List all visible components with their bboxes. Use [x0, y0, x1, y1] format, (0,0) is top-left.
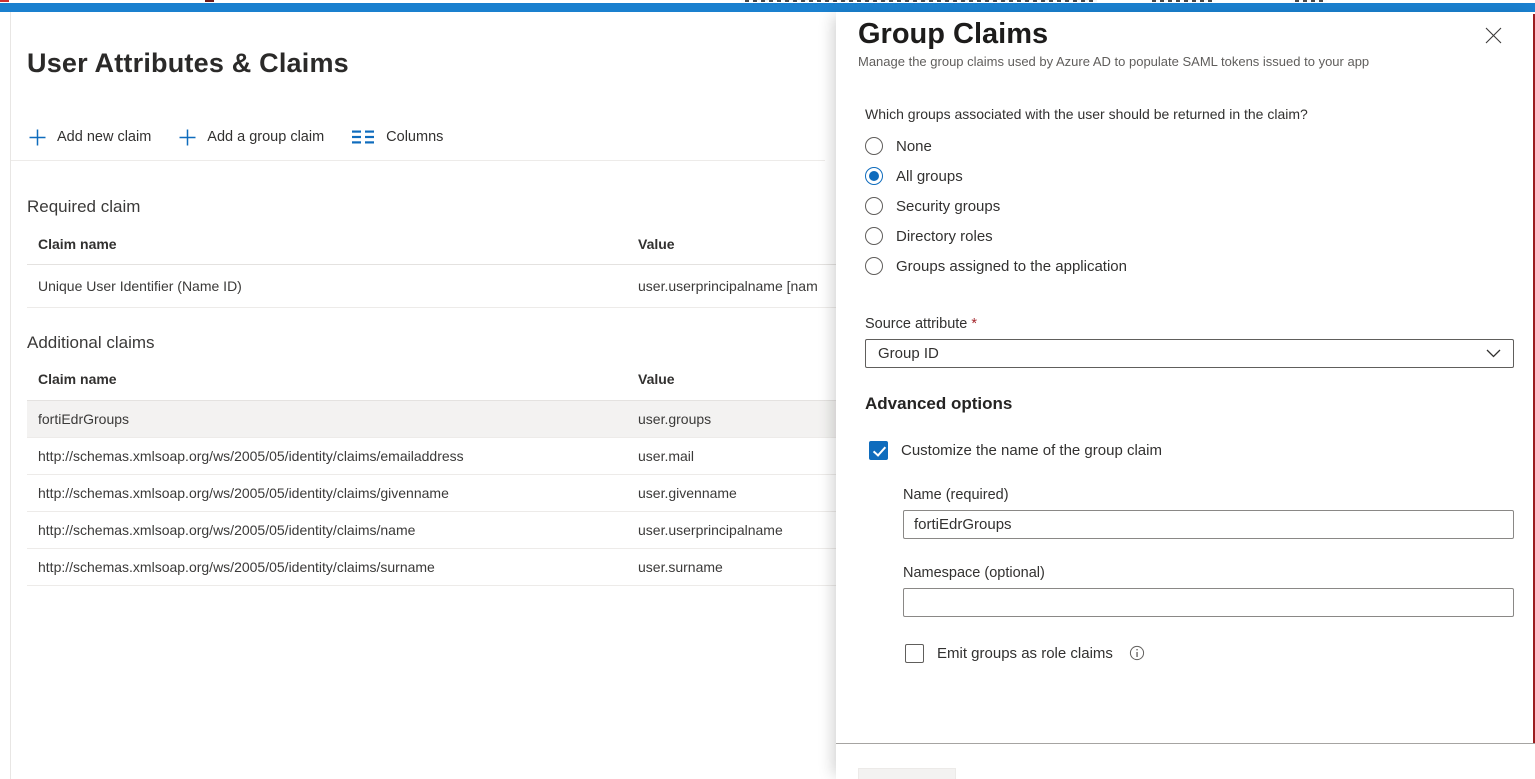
- column-header-value: Value: [638, 371, 675, 387]
- radio-label: Groups assigned to the application: [896, 258, 1127, 275]
- radio-button: [865, 137, 883, 155]
- required-asterisk: *: [971, 316, 977, 332]
- radio-button: [865, 257, 883, 275]
- table-row[interactable]: fortiEdrGroups user.groups: [27, 401, 836, 438]
- namespace-input[interactable]: [903, 588, 1514, 617]
- name-field-label: Name (required): [903, 487, 1009, 503]
- customize-name-label: Customize the name of the group claim: [901, 442, 1162, 459]
- table-row[interactable]: http://schemas.xmlsoap.org/ws/2005/05/id…: [27, 549, 836, 586]
- checkbox: [869, 441, 888, 460]
- additional-claims-table: fortiEdrGroups user.groups http://schema…: [27, 401, 836, 586]
- emit-groups-label: Emit groups as role claims: [937, 645, 1113, 662]
- toolbar-divider: [11, 160, 825, 161]
- panel-footer-divider: [836, 743, 1535, 744]
- radio-option-groups-assigned[interactable]: Groups assigned to the application: [865, 256, 1127, 276]
- emit-groups-checkbox-row[interactable]: Emit groups as role claims: [905, 643, 1145, 663]
- user-attributes-claims-page: User Attributes & Claims Add new claim A…: [0, 12, 836, 779]
- column-header-claim-name: Claim name: [38, 236, 117, 252]
- required-claim-table-header: Claim name Value: [27, 234, 836, 264]
- claim-name-cell: http://schemas.xmlsoap.org/ws/2005/05/id…: [38, 512, 415, 548]
- radio-button: [865, 227, 883, 245]
- add-group-claim-label: Add a group claim: [207, 129, 324, 145]
- claim-value-cell: user.groups: [638, 401, 711, 437]
- plus-icon: [29, 129, 46, 146]
- group-type-radio-group: None All groups Security groups Director…: [865, 136, 1127, 276]
- browser-fragment: [745, 0, 1095, 2]
- groups-question-label: Which groups associated with the user sh…: [865, 106, 1308, 122]
- required-claim-heading: Required claim: [27, 197, 140, 217]
- azure-top-bar: [0, 3, 1535, 12]
- columns-label: Columns: [386, 129, 443, 145]
- table-row[interactable]: http://schemas.xmlsoap.org/ws/2005/05/id…: [27, 512, 836, 549]
- chevron-down-icon: [1486, 349, 1501, 358]
- source-attribute-select[interactable]: Group ID: [865, 339, 1514, 368]
- close-icon: [1485, 27, 1502, 44]
- columns-icon: [352, 130, 375, 144]
- table-row[interactable]: http://schemas.xmlsoap.org/ws/2005/05/id…: [27, 475, 836, 512]
- radio-option-none[interactable]: None: [865, 136, 1127, 156]
- toolbar: Add new claim Add a group claim: [29, 124, 443, 150]
- panel-subtitle: Manage the group claims used by Azure AD…: [858, 54, 1478, 69]
- table-row[interactable]: Unique User Identifier (Name ID) user.us…: [27, 265, 836, 308]
- checkbox: [905, 644, 924, 663]
- radio-label: Security groups: [896, 198, 1000, 215]
- claim-name-cell: http://schemas.xmlsoap.org/ws/2005/05/id…: [38, 549, 435, 585]
- radio-option-directory-roles[interactable]: Directory roles: [865, 226, 1127, 246]
- radio-label: Directory roles: [896, 228, 993, 245]
- radio-button: [865, 197, 883, 215]
- info-icon[interactable]: [1129, 645, 1145, 661]
- column-header-value: Value: [638, 236, 675, 252]
- save-button[interactable]: Save: [858, 768, 956, 779]
- browser-fragment: [205, 0, 214, 2]
- radio-option-all-groups[interactable]: All groups: [865, 166, 1127, 186]
- claim-value-cell: user.mail: [638, 438, 694, 474]
- customize-name-checkbox-row[interactable]: Customize the name of the group claim: [869, 440, 1162, 460]
- namespace-field-label: Namespace (optional): [903, 565, 1045, 581]
- claim-name-cell: Unique User Identifier (Name ID): [38, 265, 242, 307]
- source-attribute-value: Group ID: [878, 345, 939, 362]
- claim-name-cell: http://schemas.xmlsoap.org/ws/2005/05/id…: [38, 438, 464, 474]
- table-row[interactable]: http://schemas.xmlsoap.org/ws/2005/05/id…: [27, 438, 836, 475]
- add-new-claim-button[interactable]: Add new claim: [29, 129, 151, 146]
- plus-icon: [179, 129, 196, 146]
- browser-fragment: [0, 0, 9, 2]
- claim-value-cell: user.userprincipalname [nam: [638, 265, 818, 307]
- name-input[interactable]: [903, 510, 1514, 539]
- additional-claims-heading: Additional claims: [27, 333, 155, 353]
- add-group-claim-button[interactable]: Add a group claim: [179, 129, 324, 146]
- source-attribute-label: Source attribute*: [865, 316, 977, 332]
- browser-fragment: [1295, 0, 1325, 2]
- advanced-options-heading: Advanced options: [865, 394, 1012, 414]
- browser-fragment: [1152, 0, 1214, 2]
- columns-button[interactable]: Columns: [352, 129, 443, 145]
- claim-name-cell: fortiEdrGroups: [38, 401, 129, 437]
- additional-claims-table-header: Claim name Value: [27, 369, 836, 399]
- screen: User Attributes & Claims Add new claim A…: [0, 0, 1535, 779]
- group-claims-panel: Group Claims Manage the group claims use…: [836, 12, 1535, 779]
- claim-value-cell: user.surname: [638, 549, 723, 585]
- claim-name-cell: http://schemas.xmlsoap.org/ws/2005/05/id…: [38, 475, 449, 511]
- claim-value-cell: user.userprincipalname: [638, 512, 783, 548]
- radio-label: None: [896, 138, 932, 155]
- panel-title: Group Claims: [858, 18, 1048, 51]
- add-new-claim-label: Add new claim: [57, 129, 151, 145]
- page-left-border: [10, 12, 11, 779]
- page-title: User Attributes & Claims: [27, 48, 349, 79]
- claim-value-cell: user.givenname: [638, 475, 737, 511]
- radio-label: All groups: [896, 168, 963, 185]
- column-header-claim-name: Claim name: [38, 371, 117, 387]
- close-button[interactable]: [1480, 22, 1506, 48]
- radio-option-security-groups[interactable]: Security groups: [865, 196, 1127, 216]
- radio-button: [865, 167, 883, 185]
